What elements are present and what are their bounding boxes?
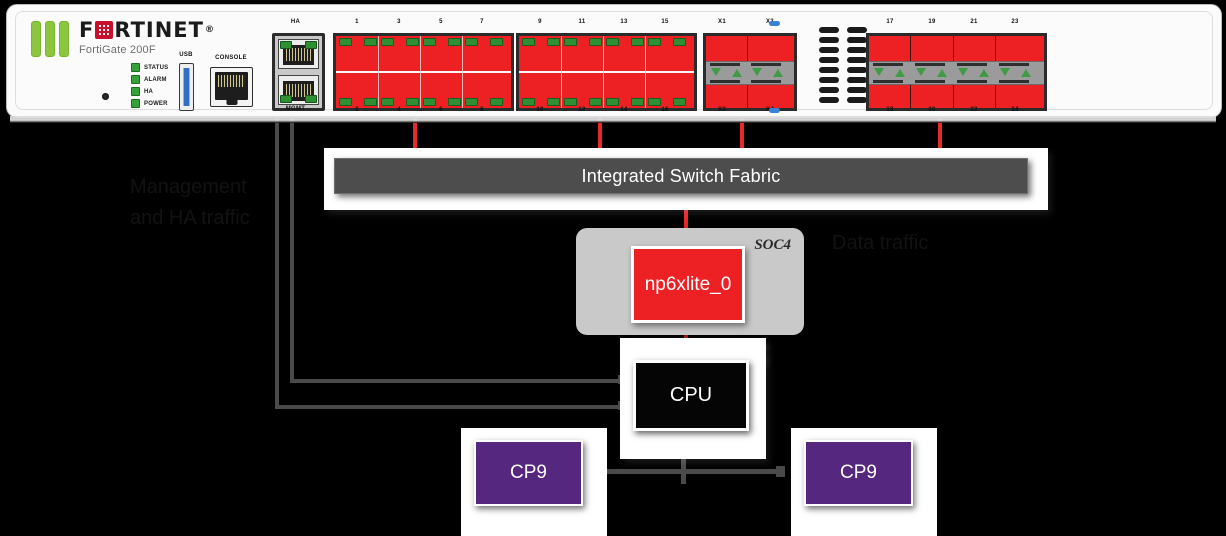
cp9-right-card: CP9 [791, 428, 937, 536]
led-status: STATUS [131, 63, 168, 72]
status-led-group: STATUS ALARM HA POWER [131, 63, 168, 111]
soc4-label: SOC4 [754, 237, 791, 253]
sfp-x4-badge-icon [769, 108, 780, 113]
ha-line-horizontal-inner [290, 379, 630, 383]
sfp-cage-17-24 [869, 61, 1044, 85]
port-20-label: 20 [928, 107, 936, 113]
port-12-label: 12 [578, 107, 586, 113]
management-traffic-note: Management and HA traffic [130, 176, 250, 229]
port-1-label: 1 [355, 19, 359, 25]
led-ha-label: HA [144, 88, 154, 95]
switch-fabric-card: Integrated Switch Fabric [324, 148, 1048, 210]
port-16-label: 16 [661, 107, 669, 113]
port-8-label: 8 [480, 107, 484, 113]
sfp-x1-label: X1 [718, 19, 726, 25]
port-19-label: 19 [928, 19, 936, 25]
port-21-label: 21 [970, 19, 978, 25]
fortinet-wordmark: F RTINET ® [79, 18, 215, 42]
mgmt-port-label: MGMT [285, 106, 306, 112]
port-18-label: 18 [886, 107, 894, 113]
port-7-label: 7 [480, 19, 484, 25]
fortinet-o-glyph-icon [95, 21, 114, 39]
led-ha-indicator [131, 87, 140, 96]
led-ha: HA [131, 87, 168, 96]
diagram-canvas: Management and HA traffic Data traffic I… [0, 0, 1226, 536]
ha-port-label: HA [290, 19, 301, 25]
led-alarm-indicator [131, 75, 140, 84]
ha-port[interactable] [278, 39, 319, 69]
sfp-cage-x1-x4 [706, 61, 794, 85]
cpu-block[interactable]: CPU [633, 360, 749, 431]
led-alarm: ALARM [131, 75, 168, 84]
port-24-label: 24 [1011, 107, 1019, 113]
fortinet-bars-icon [31, 21, 69, 57]
mgmt-port[interactable] [278, 75, 319, 105]
port-bank-1-8[interactable] [333, 33, 514, 111]
ha-mgmt-port-pair[interactable] [272, 33, 325, 111]
port-bank-9-16[interactable] [516, 33, 697, 111]
ha-led-left [280, 41, 292, 49]
console-rj45-icon [215, 72, 248, 100]
port-17-label: 17 [886, 19, 894, 25]
port-10-label: 10 [536, 107, 544, 113]
port-15-label: 15 [661, 19, 669, 25]
port-5-label: 5 [439, 19, 443, 25]
port-22-label: 22 [970, 107, 978, 113]
port-13-label: 13 [620, 19, 628, 25]
usb-port[interactable] [179, 63, 194, 111]
ha-led-right [305, 41, 317, 49]
mgmt-led-left [280, 95, 292, 103]
cp9-right-block[interactable]: CP9 [804, 440, 913, 506]
sfp-bank-x1-x4[interactable] [703, 33, 797, 111]
sfp-bank-17-24[interactable] [866, 33, 1047, 111]
port-6-label: 6 [439, 107, 443, 113]
reset-pinhole[interactable] [102, 93, 109, 100]
fortigate-chassis: F RTINET ® FortiGate 200F STATUS ALARM HA [6, 4, 1222, 118]
ha-line-vertical-inner [290, 117, 294, 383]
port-9-label: 9 [538, 19, 542, 25]
cpu-card: CPU [620, 338, 766, 459]
led-status-label: STATUS [144, 64, 169, 71]
led-power-label: POWER [144, 100, 168, 107]
mgmt-line-horizontal-outer [275, 405, 630, 409]
data-traffic-note: Data traffic [832, 232, 929, 254]
sfp-x3-badge-icon [769, 21, 780, 26]
cp9-left-card: CP9 [461, 428, 607, 536]
mgmt-line-vertical-outer [275, 117, 279, 409]
led-power: POWER [131, 99, 168, 108]
mgmt-led-right [305, 95, 317, 103]
usb-label: USB [179, 52, 193, 58]
cp9-left-block[interactable]: CP9 [474, 440, 583, 506]
integrated-switch-fabric-block[interactable]: Integrated Switch Fabric [334, 158, 1028, 194]
led-alarm-label: ALARM [144, 76, 167, 83]
port-11-label: 11 [578, 19, 586, 25]
led-status-indicator [131, 63, 140, 72]
registered-mark: ® [204, 25, 215, 35]
soc4-block[interactable]: SOC4 np6xlite_0 [576, 228, 804, 335]
port-4-label: 4 [397, 107, 401, 113]
cp9-right-arrow [776, 466, 785, 477]
cp9-bus [588, 469, 783, 474]
np6xlite-block[interactable]: np6xlite_0 [631, 246, 745, 323]
sfp-x2-label: X2 [718, 107, 726, 113]
chassis-drop-shadow [10, 116, 1216, 123]
port-3-label: 3 [397, 19, 401, 25]
port-14-label: 14 [620, 107, 628, 113]
chassis-vents [819, 27, 867, 103]
led-power-indicator [131, 99, 140, 108]
port-23-label: 23 [1011, 19, 1019, 25]
console-rj45-tab [226, 100, 237, 105]
console-label: CONSOLE [215, 55, 247, 61]
port-2-label: 2 [355, 107, 359, 113]
console-port[interactable] [210, 67, 253, 107]
